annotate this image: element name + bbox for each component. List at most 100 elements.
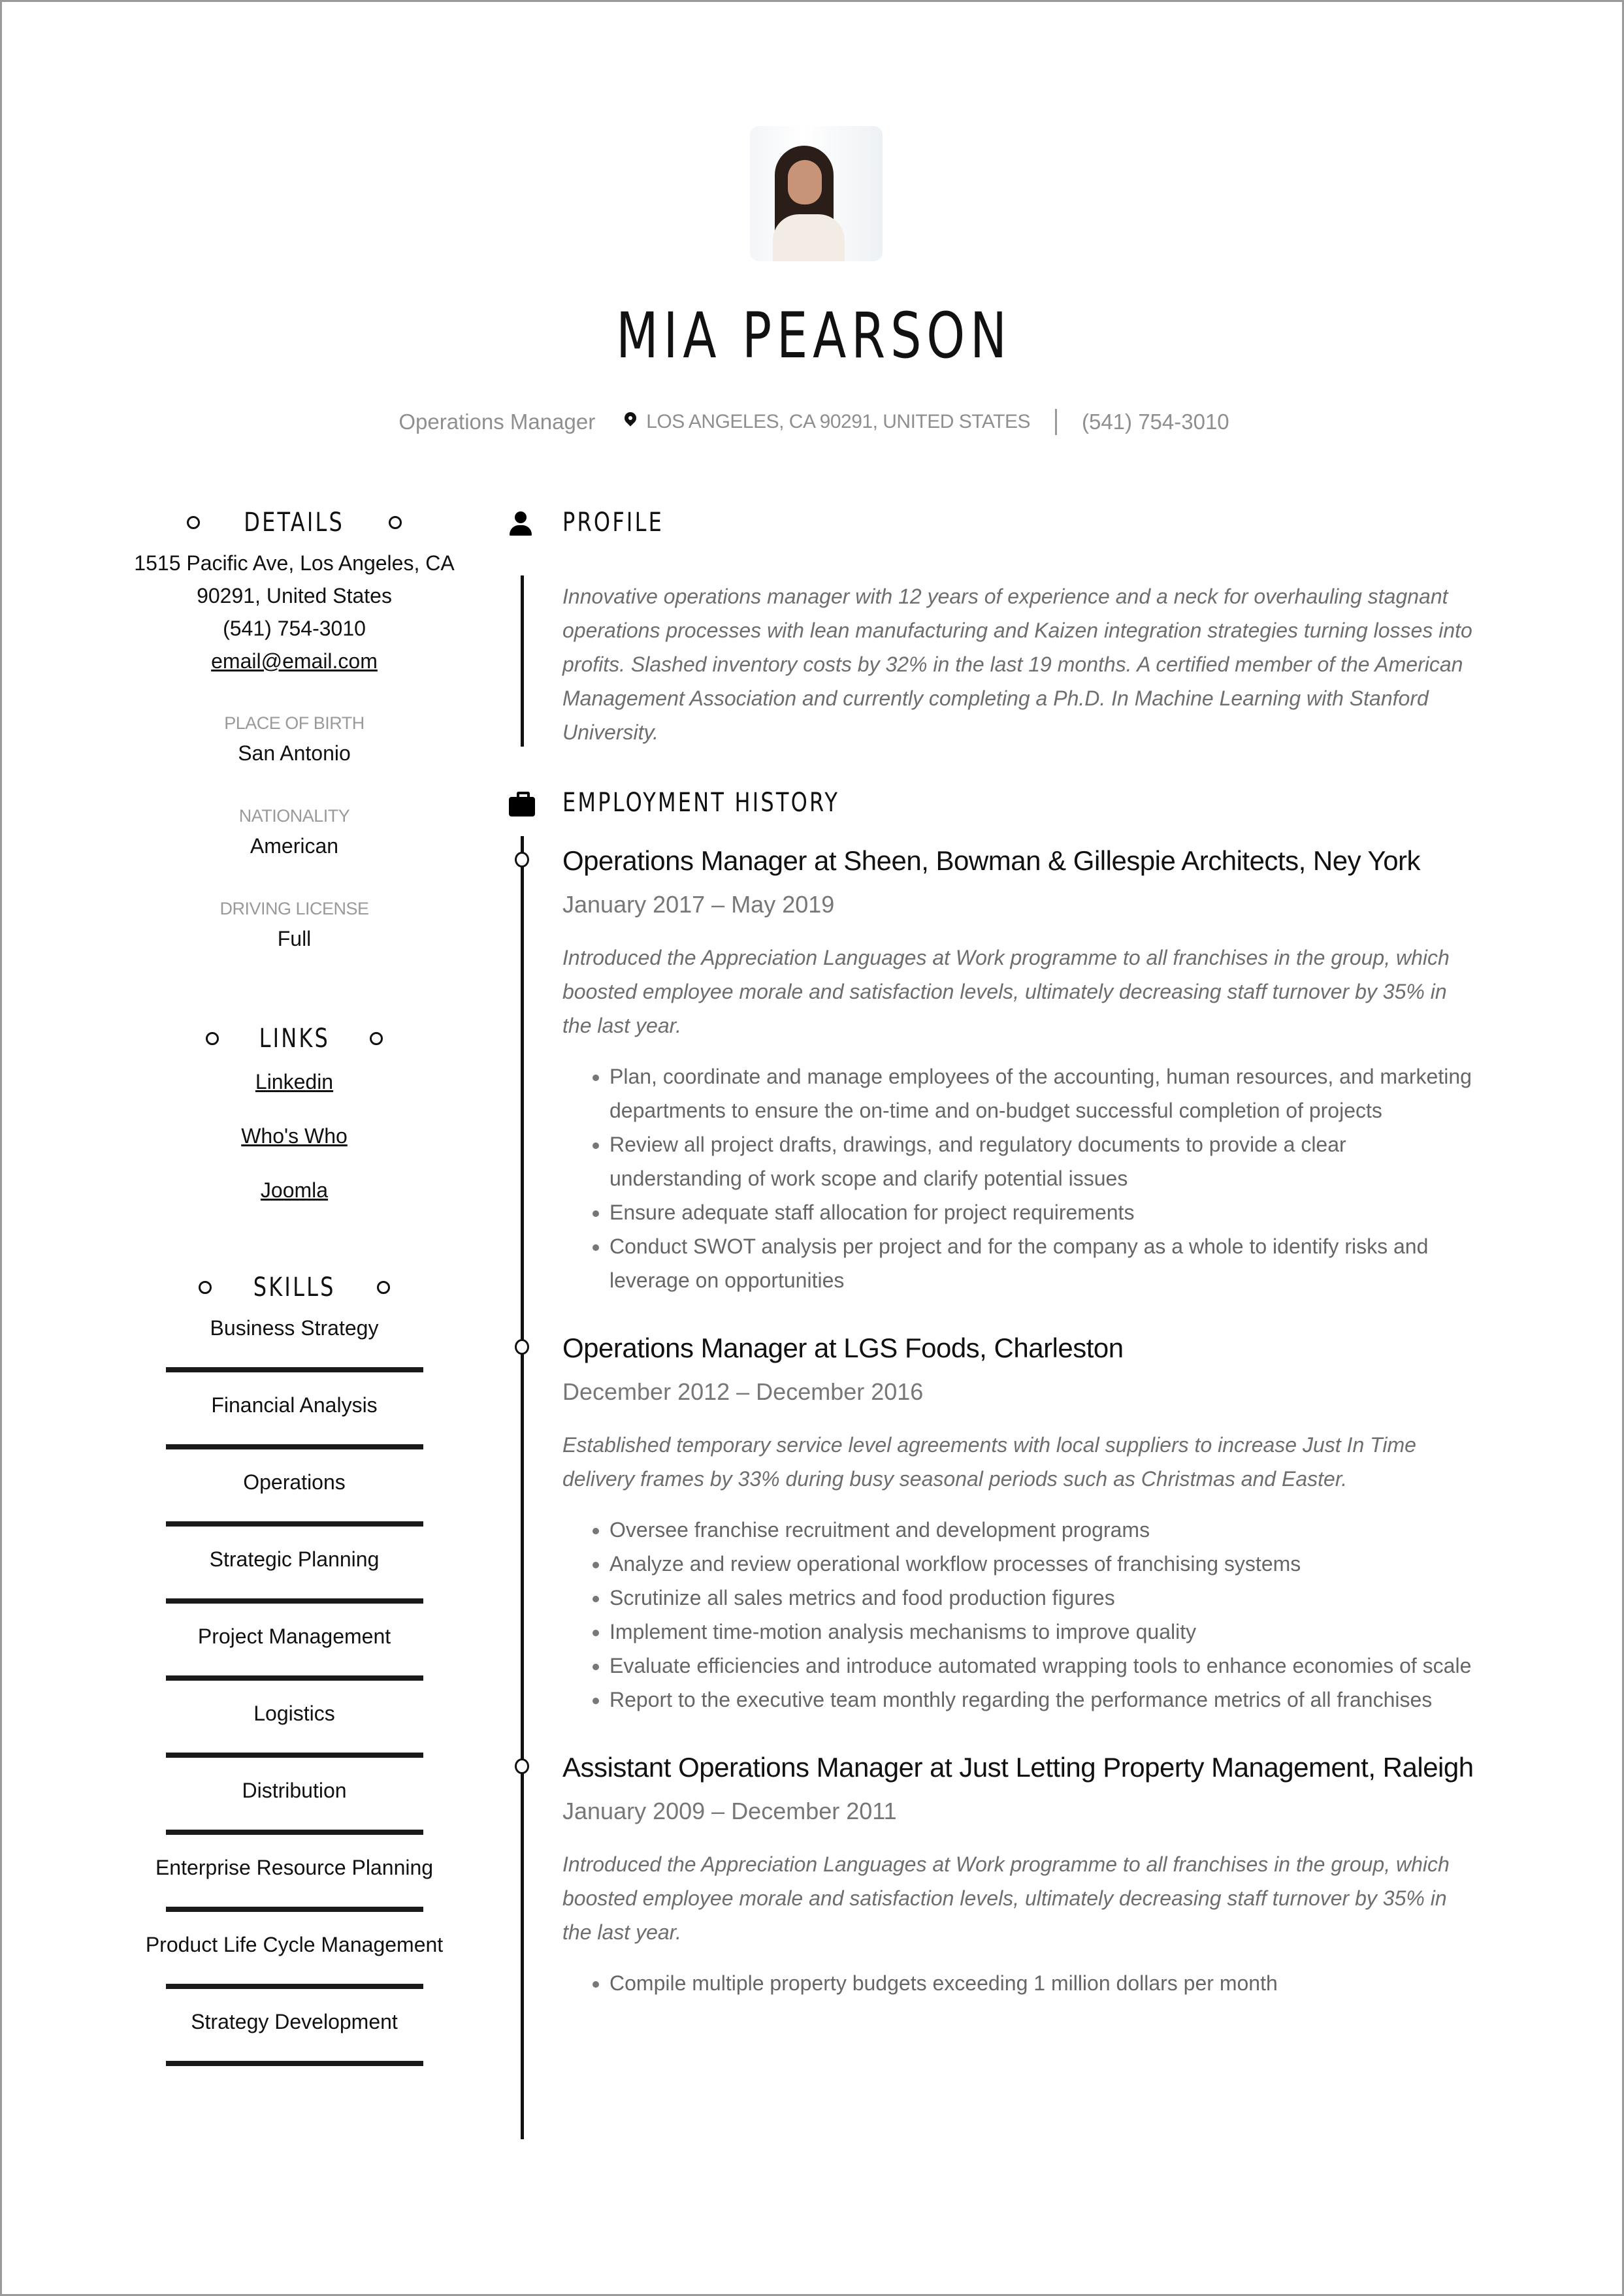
skill-item: Business Strategy: [133, 1305, 456, 1382]
address: 1515 Pacific Ave, Los Angeles, CA 90291,…: [133, 547, 456, 677]
job-title: Operations Manager at LGS Foods, Charles…: [562, 1333, 1124, 1363]
person-icon: [498, 506, 538, 539]
skill-name: Project Management: [197, 1625, 391, 1648]
detail-label: PLACE OF BIRTH: [224, 713, 365, 733]
details-fields: PLACE OF BIRTH San Antonio NATIONALITY Amer…: [133, 710, 456, 956]
job-dates: January 2009 – December 2011: [562, 1798, 897, 1824]
job-summary: Introduced the Appreciation Languages at…: [562, 1852, 1450, 1944]
job-title: Assistant Operations Manager at Just Let…: [562, 1752, 1474, 1783]
skill-level-track: [165, 1444, 423, 1449]
job-list: Operations Manager at Sheen, Bowman & Gi…: [498, 843, 1491, 2000]
job-summary: Introduced the Appreciation Languages at…: [562, 946, 1450, 1037]
circle-icon: [377, 1281, 391, 1294]
skill-level-bar: [165, 1444, 423, 1449]
skill-level-track: [165, 2061, 423, 2066]
job-bullet: Plan, coordinate and manage employees of…: [609, 1059, 1478, 1127]
photo-face: [788, 160, 822, 204]
skill-level-bar: [165, 1367, 423, 1372]
job-bullets: Oversee franchise recruitment and develo…: [562, 1513, 1478, 1717]
skill-level-track: [165, 1367, 423, 1372]
timeline-dot-icon: [515, 1339, 529, 1355]
email-link[interactable]: email@email.com: [211, 649, 378, 673]
skill-name: Distribution: [242, 1779, 347, 1802]
skill-level-track: [165, 1675, 423, 1681]
link-item: Who's Who: [133, 1109, 456, 1163]
address-line-1: 1515 Pacific Ave, Los Angeles, CA: [134, 551, 455, 575]
job-bullets: Plan, coordinate and manage employees of…: [562, 1059, 1478, 1297]
skill-name: Operations: [243, 1470, 346, 1494]
details-heading: DETAILS: [133, 505, 456, 540]
timeline-dot-icon: [515, 1758, 529, 1774]
profile-bar: [521, 575, 524, 747]
detail-label: NATIONALITY: [238, 806, 350, 826]
skill-item: Strategy Development: [133, 1999, 456, 2076]
job-bullet: Conduct SWOT analysis per project and fo…: [609, 1229, 1478, 1297]
skill-name: Enterprise Resource Planning: [155, 1856, 434, 1879]
job-bullet: Analyze and review operational workflow …: [609, 1547, 1478, 1581]
job-bullet: Evaluate efficiencies and introduce auto…: [609, 1649, 1478, 1683]
job-dates: December 2012 – December 2016: [562, 1378, 924, 1405]
skills-heading: SKILLS: [133, 1270, 456, 1305]
candidate-name: MIA PEARSON: [616, 299, 1012, 372]
skill-item: Strategic Planning: [133, 1536, 456, 1613]
job-dates: January 2017 – May 2019: [562, 891, 835, 918]
job-bullet: Review all project drafts, drawings, and…: [609, 1127, 1478, 1195]
employment-section: EMPLOYMENT HISTORY Operations Manager at…: [498, 785, 1491, 2139]
skill-level-bar: [165, 1984, 423, 1989]
circle-icon: [388, 516, 402, 529]
profile-heading: PROFILE: [498, 505, 1491, 540]
job-summary: Established temporary service level agre…: [562, 1433, 1416, 1491]
job-bullets: Compile multiple property budgets exceed…: [562, 1966, 1478, 2000]
job-title: Operations Manager at Sheen, Bowman & Gi…: [562, 845, 1421, 876]
skill-name: Product Life Cycle Management: [145, 1933, 444, 1956]
skill-level-bar: [165, 1598, 423, 1604]
job-entry: Operations Manager at Sheen, Bowman & Gi…: [498, 843, 1491, 1297]
circle-icon: [370, 1032, 383, 1045]
header-phone: (541) 754-3010: [1081, 410, 1229, 434]
skill-level-bar: [165, 1830, 423, 1835]
detail-value: Full: [277, 927, 312, 950]
skills-section: SKILLS Business Strategy Financial Analys…: [133, 1270, 456, 2076]
address-line-2: 90291, United States: [197, 584, 392, 607]
skill-name: Financial Analysis: [211, 1393, 378, 1417]
link-who-s-who[interactable]: Who's Who: [241, 1124, 348, 1148]
divider: [1054, 409, 1057, 436]
skill-item: Product Life Cycle Management: [133, 1922, 456, 1999]
links-section: LINKS Linkedin Who's Who Joomla: [133, 1021, 456, 1218]
skill-level-bar: [165, 1521, 423, 1527]
link-linkedin[interactable]: Linkedin: [255, 1070, 333, 1093]
detail-label: DRIVING LICENSE: [219, 899, 369, 918]
job-bullet: Ensure adequate staff allocation for pro…: [609, 1195, 1478, 1229]
skill-item: Project Management: [133, 1613, 456, 1690]
skill-level-bar: [165, 1675, 423, 1681]
details-phone: (541) 754-3010: [223, 617, 366, 640]
skill-name: Strategic Planning: [209, 1547, 380, 1571]
skill-level-track: [165, 1907, 423, 1912]
job-bullet: Implement time-motion analysis mechanism…: [609, 1615, 1478, 1649]
profile-photo: [750, 126, 883, 261]
skill-item: Financial Analysis: [133, 1382, 456, 1459]
skill-item: Logistics: [133, 1690, 456, 1768]
skill-level-bar: [165, 1753, 423, 1758]
link-joomla[interactable]: Joomla: [261, 1178, 328, 1202]
job-title: Operations Manager: [398, 410, 596, 434]
link-item: Linkedin: [133, 1055, 456, 1109]
skill-name: Strategy Development: [191, 2010, 398, 2033]
skill-item: Enterprise Resource Planning: [133, 1845, 456, 1922]
skill-level-track: [165, 1830, 423, 1835]
skill-level-track: [165, 1984, 423, 1989]
location: LOS ANGELES, CA 90291, UNITED STATES: [646, 411, 1030, 433]
skill-item: Operations: [133, 1459, 456, 1536]
links-heading: LINKS: [133, 1021, 456, 1056]
circle-icon: [187, 516, 201, 529]
profile-section: Innovative operations manager with 12 ye…: [498, 575, 1491, 749]
skill-item: Distribution: [133, 1768, 456, 1845]
job-bullet: Compile multiple property budgets exceed…: [609, 1966, 1478, 2000]
briefcase-icon: [498, 786, 538, 819]
profile-text: Innovative operations manager with 12 ye…: [562, 585, 1472, 744]
skill-name: Logistics: [253, 1702, 335, 1725]
job-entry: Assistant Operations Manager at Just Let…: [498, 1749, 1491, 2000]
link-item: Joomla: [133, 1163, 456, 1218]
job-bullet: Report to the executive team monthly reg…: [609, 1683, 1478, 1717]
job-bullet: Oversee franchise recruitment and develo…: [609, 1513, 1478, 1547]
